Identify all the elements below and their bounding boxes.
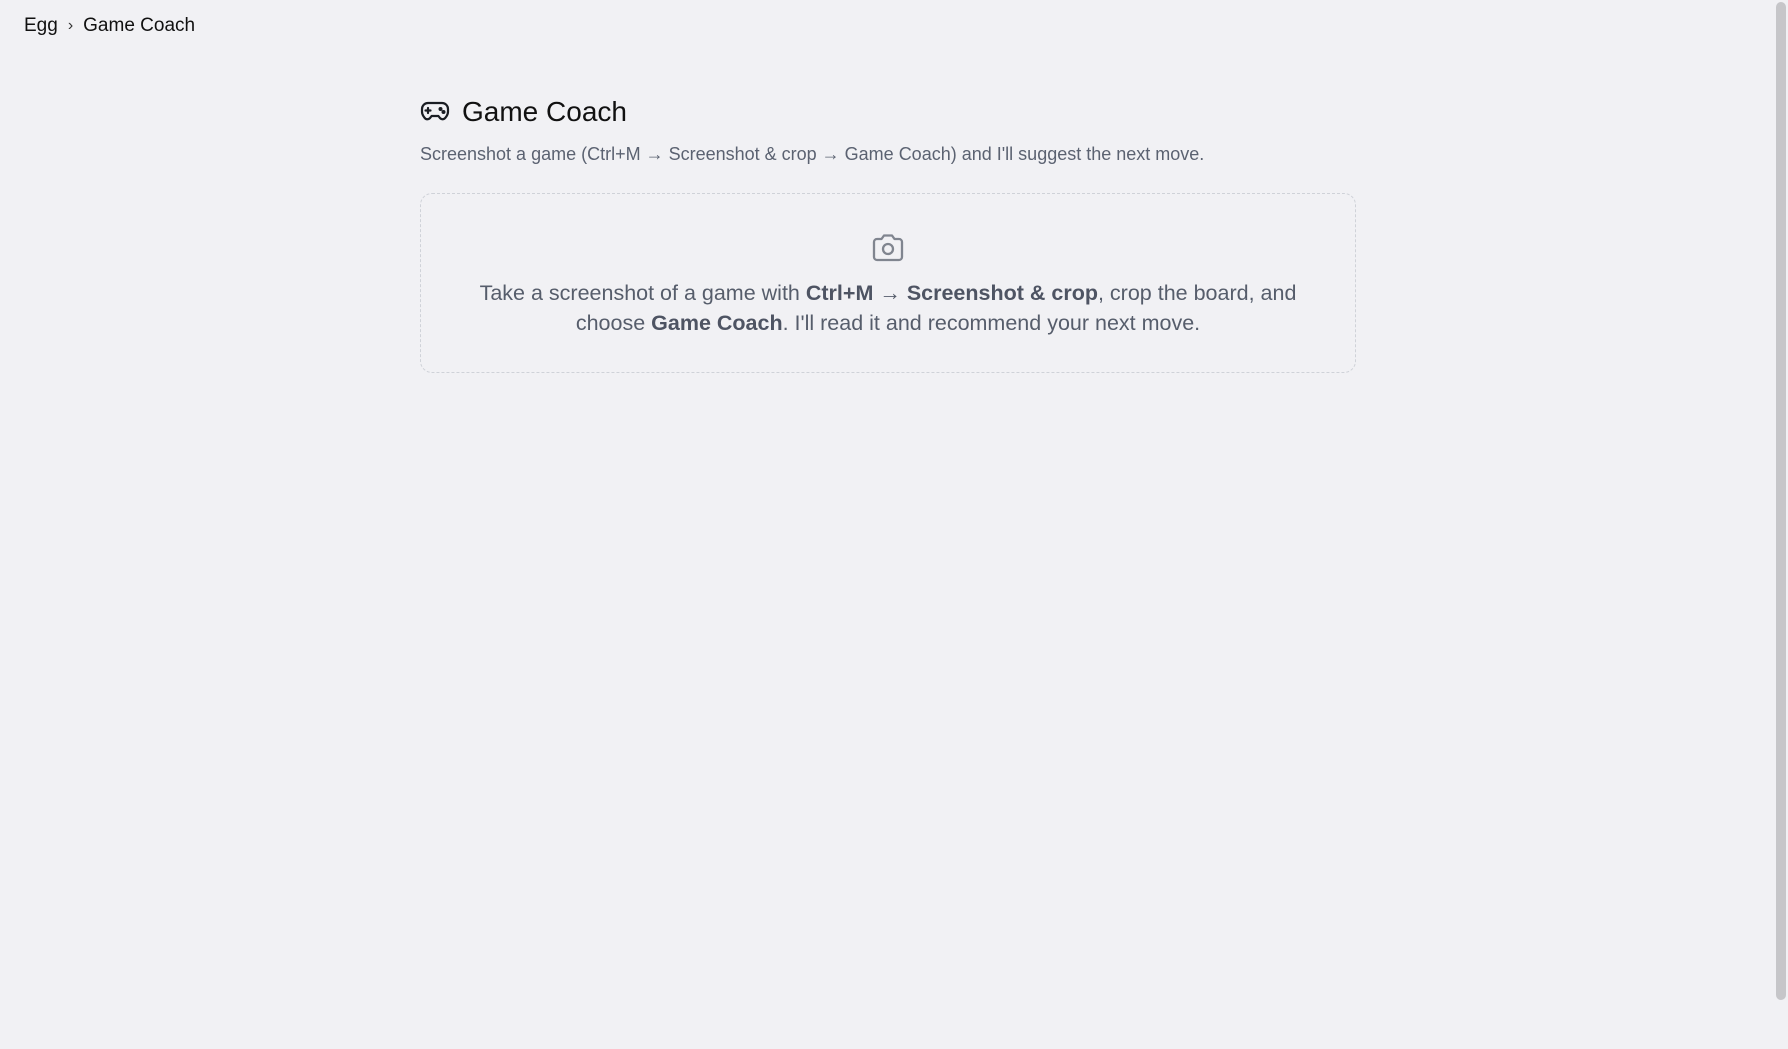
- breadcrumb-current: Game Coach: [83, 15, 196, 36]
- breadcrumb: Egg › Game Coach: [24, 15, 195, 37]
- app-page: Egg › Game Coach Game Coach Screenshot a…: [0, 0, 1788, 1049]
- instruction-text-2: →: [873, 281, 907, 305]
- page-subtitle: Screenshot a game (Ctrl+M → Screenshot &…: [420, 144, 1205, 164]
- main-content: Game Coach Screenshot a game (Ctrl+M → S…: [420, 92, 1356, 373]
- gamepad-icon: [420, 97, 450, 127]
- instruction-shortcut: Ctrl+M: [805, 281, 874, 305]
- dropzone-instructions: Take a screenshot of a game with Ctrl+M …: [448, 278, 1328, 338]
- instruction-text-4: . I'll read it and recommend your next m…: [782, 311, 1201, 335]
- instruction-menu-item: Screenshot & crop: [906, 281, 1098, 305]
- instruction-tool-name: Game Coach: [651, 311, 783, 335]
- scrollbar-thumb[interactable]: [1776, 2, 1786, 1000]
- camera-icon: [870, 232, 906, 264]
- page-header: Game Coach: [420, 92, 1356, 132]
- breadcrumb-separator: ›: [67, 17, 74, 34]
- breadcrumb-root-link[interactable]: Egg: [24, 15, 58, 37]
- instruction-text-1: Take a screenshot of a game with: [479, 281, 806, 305]
- vertical-scrollbar[interactable]: [1772, 0, 1788, 1049]
- page-title: Game Coach: [462, 96, 627, 127]
- screenshot-dropzone[interactable]: Take a screenshot of a game with Ctrl+M …: [420, 193, 1356, 373]
